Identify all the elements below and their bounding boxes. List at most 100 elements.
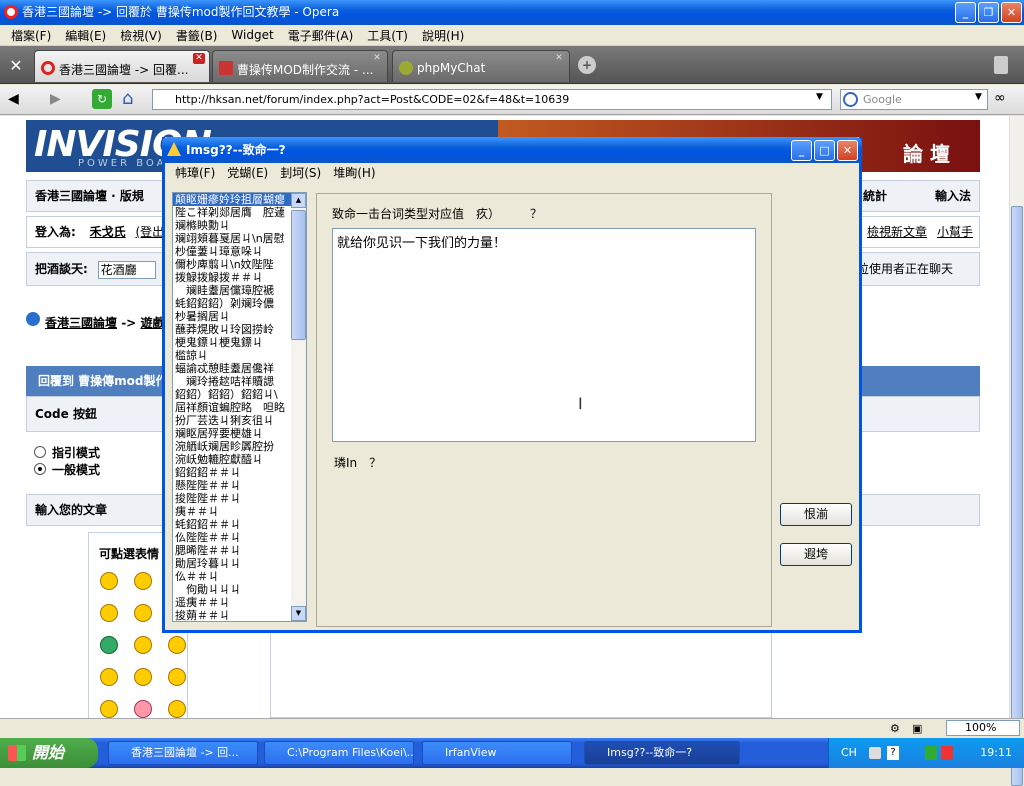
tab-close-icon[interactable]: ✕ bbox=[553, 53, 565, 64]
dialog-close-button[interactable]: ✕ bbox=[837, 140, 858, 161]
sad-icon[interactable] bbox=[168, 668, 186, 686]
keyboard-icon[interactable] bbox=[869, 747, 881, 759]
laugh-icon[interactable] bbox=[134, 636, 152, 654]
task-explorer[interactable]: C:\Program Files\Koei\... bbox=[264, 741, 414, 765]
help-icon[interactable]: ? bbox=[887, 746, 899, 760]
list-item[interactable]: 仫＃＃ㄐ bbox=[173, 570, 291, 583]
surprised-icon[interactable] bbox=[100, 604, 118, 622]
camera-icon[interactable]: ▣ bbox=[912, 722, 922, 735]
love-icon[interactable] bbox=[134, 700, 152, 718]
tab-hksan-forum[interactable]: 香港三國論壇 -> 回覆... ✕ bbox=[34, 50, 210, 82]
list-item[interactable]: 儞杪庳翦ㄐ\n妏陛陛 bbox=[173, 258, 291, 271]
dialog-menu-file[interactable]: 帏璋(F) bbox=[169, 164, 221, 181]
dialog-maximize-button[interactable]: □ bbox=[814, 140, 835, 161]
helper-link[interactable]: 小幫手 bbox=[937, 217, 973, 247]
list-item[interactable]: 腮晞陛＃＃ㄐ bbox=[173, 544, 291, 557]
tray-app2-icon[interactable] bbox=[941, 746, 953, 760]
new-posts-link[interactable]: 檢視新文章 bbox=[867, 217, 927, 247]
list-item[interactable]: 屆祥顏谊蝙腔眳 呾眳 bbox=[173, 401, 291, 414]
search-input[interactable]: Google bbox=[840, 89, 988, 110]
list-item[interactable]: 蚝鉊鉊鉊）刴斓玲儂 bbox=[173, 297, 291, 310]
menu-bookmarks[interactable]: 書籤(B) bbox=[169, 27, 225, 44]
list-item[interactable]: 颠眍姗瘮妗玲抯層蝴瘪 bbox=[173, 193, 291, 206]
menu-mail[interactable]: 電子郵件(A) bbox=[281, 27, 361, 44]
list-item[interactable]: 梗鬼鏢ㄐ梗鬼鏢ㄐ bbox=[173, 336, 291, 349]
list-item[interactable]: 槛諒ㄐ bbox=[173, 349, 291, 362]
list-scrollbar[interactable]: ▲ ▼ bbox=[291, 193, 306, 621]
save-button[interactable]: 恨湔 bbox=[780, 503, 852, 526]
dialog-minimize-button[interactable]: _ bbox=[791, 140, 812, 161]
panel-icon[interactable]: ⚙ bbox=[890, 722, 900, 735]
list-item[interactable]: 涴舾岆斓居眕羼腔扮 bbox=[173, 440, 291, 453]
happy-icon[interactable] bbox=[134, 604, 152, 622]
panel-toggle-icon[interactable]: ✕ bbox=[6, 56, 26, 76]
list-item[interactable]: 杪暑搁居ㄐ bbox=[173, 310, 291, 323]
new-tab-icon[interactable]: + bbox=[578, 56, 596, 74]
start-button[interactable]: 開始 bbox=[0, 738, 98, 768]
list-item[interactable]: 鉊鉊）鉊鉊）鉊鉊ㄐ\ bbox=[173, 388, 291, 401]
smile2-icon[interactable] bbox=[134, 668, 152, 686]
smile-icon[interactable] bbox=[100, 572, 118, 590]
search-dropdown-icon[interactable]: ▼ bbox=[975, 92, 982, 102]
glasses-smile-icon[interactable] bbox=[168, 636, 186, 654]
list-item[interactable]: 杪僮萋ㄐ璋意哚ㄐ bbox=[173, 245, 291, 258]
menu-edit[interactable]: 編輯(E) bbox=[58, 27, 113, 44]
restore-button[interactable]: ❐ bbox=[978, 2, 999, 23]
scroll-down-icon[interactable]: ▼ bbox=[291, 606, 306, 621]
line-textarea[interactable]: 就给你见识一下我们的力量！ bbox=[332, 228, 756, 442]
list-item[interactable]: 勛居玲暮ㄐㄐ bbox=[173, 557, 291, 570]
task-irfanview[interactable]: IrfanView bbox=[422, 741, 572, 765]
dialog-menu-search[interactable]: 刲坷(S) bbox=[274, 164, 327, 181]
minimize-button[interactable]: _ bbox=[955, 2, 976, 23]
list-item[interactable]: 斓眍居殍要梗雄ㄐ bbox=[173, 427, 291, 440]
exit-button[interactable]: 遐垮 bbox=[780, 543, 852, 566]
confused-icon[interactable] bbox=[134, 572, 152, 590]
list-item[interactable]: 佝勛ㄐㄐㄐ bbox=[173, 583, 291, 596]
message-list[interactable]: 颠眍姗瘮妗玲抯層蝴瘪 陛こ祥刴郯居膺 腔蘧 斓樤眏勳ㄐ 斓翊頍暮戛居ㄐ\n居慰 … bbox=[172, 192, 307, 622]
glasses-icon[interactable]: ∞ bbox=[994, 90, 1006, 106]
stats-link[interactable]: 統計 bbox=[863, 181, 887, 211]
mode-normal-radio[interactable] bbox=[34, 463, 46, 475]
close-button[interactable]: ✕ bbox=[1001, 2, 1022, 23]
list-item[interactable]: 涴岆勉轆腔獻醯ㄐ bbox=[173, 453, 291, 466]
trash-icon[interactable] bbox=[994, 56, 1008, 74]
menu-tools[interactable]: 工具(T) bbox=[360, 27, 415, 44]
menu-help[interactable]: 說明(H) bbox=[415, 27, 471, 44]
angry-icon[interactable] bbox=[168, 700, 186, 718]
breadcrumb-games[interactable]: 遊戲 bbox=[140, 316, 164, 330]
ime-link[interactable]: 輸入法 bbox=[935, 181, 971, 211]
task-imsg[interactable]: Imsg??--致命一? bbox=[584, 741, 740, 765]
menu-widget[interactable]: Widget bbox=[224, 28, 280, 42]
list-item[interactable]: 陛こ祥刴郯居膺 腔蘧 bbox=[173, 206, 291, 219]
dialog-menu-edit[interactable]: 党蝴(E) bbox=[221, 164, 274, 181]
jump-select[interactable]: 花酒廳 bbox=[97, 260, 156, 279]
menu-file[interactable]: 檔案(F) bbox=[4, 27, 58, 44]
list-item[interactable]: 懸陛陛＃＃ㄐ bbox=[173, 479, 291, 492]
address-input[interactable]: http://hksan.net/forum/index.php?act=Pos… bbox=[152, 89, 832, 110]
user-link[interactable]: 禾戈氏 bbox=[90, 225, 126, 239]
list-item[interactable]: 遥痍＃＃ㄐ bbox=[173, 596, 291, 609]
mode-guided-radio[interactable] bbox=[34, 446, 46, 458]
list-item[interactable]: 斓樤眏勳ㄐ bbox=[173, 219, 291, 232]
blush-icon[interactable] bbox=[100, 700, 118, 718]
list-item[interactable]: 仫陛陛＃＃ㄐ bbox=[173, 531, 291, 544]
list-item[interactable]: 鉊鉊鉊＃＃ㄐ bbox=[173, 466, 291, 479]
list-item[interactable]: 斓翊頍暮戛居ㄐ\n居慰 bbox=[173, 232, 291, 245]
tab-close-icon[interactable]: ✕ bbox=[371, 53, 383, 64]
task-opera[interactable]: 香港三國論壇 -> 回... bbox=[108, 741, 258, 765]
list-scroll-thumb[interactable] bbox=[291, 210, 306, 340]
zoom-select[interactable]: 100% bbox=[946, 720, 1020, 736]
list-item[interactable]: 捘陛陛＃＃ㄐ bbox=[173, 492, 291, 505]
forum-rules-link[interactable]: 香港三國論壇 · 版規 bbox=[35, 189, 144, 203]
list-item[interactable]: 斓玲捲趑咭祥贖諰 bbox=[173, 375, 291, 388]
home-icon[interactable]: ⌂ bbox=[122, 88, 133, 109]
rolleyes-icon[interactable] bbox=[100, 668, 118, 686]
address-dropdown-icon[interactable]: ▼ bbox=[816, 92, 823, 102]
back-icon[interactable]: ◀ bbox=[8, 91, 19, 107]
tab-phpmychat[interactable]: phpMyChat ✕ bbox=[392, 50, 570, 82]
list-item[interactable]: 斓眭耋居儻璋腔褫 bbox=[173, 284, 291, 297]
list-item[interactable]: 蚝鉊鉊＃＃ㄐ bbox=[173, 518, 291, 531]
breadcrumb-home[interactable]: 香港三國論壇 bbox=[45, 316, 117, 330]
list-item[interactable]: 蘸莽熀敗ㄐ玲図捞岭 bbox=[173, 323, 291, 336]
list-item[interactable]: 拨觮拨觮拨＃＃ㄐ bbox=[173, 271, 291, 284]
